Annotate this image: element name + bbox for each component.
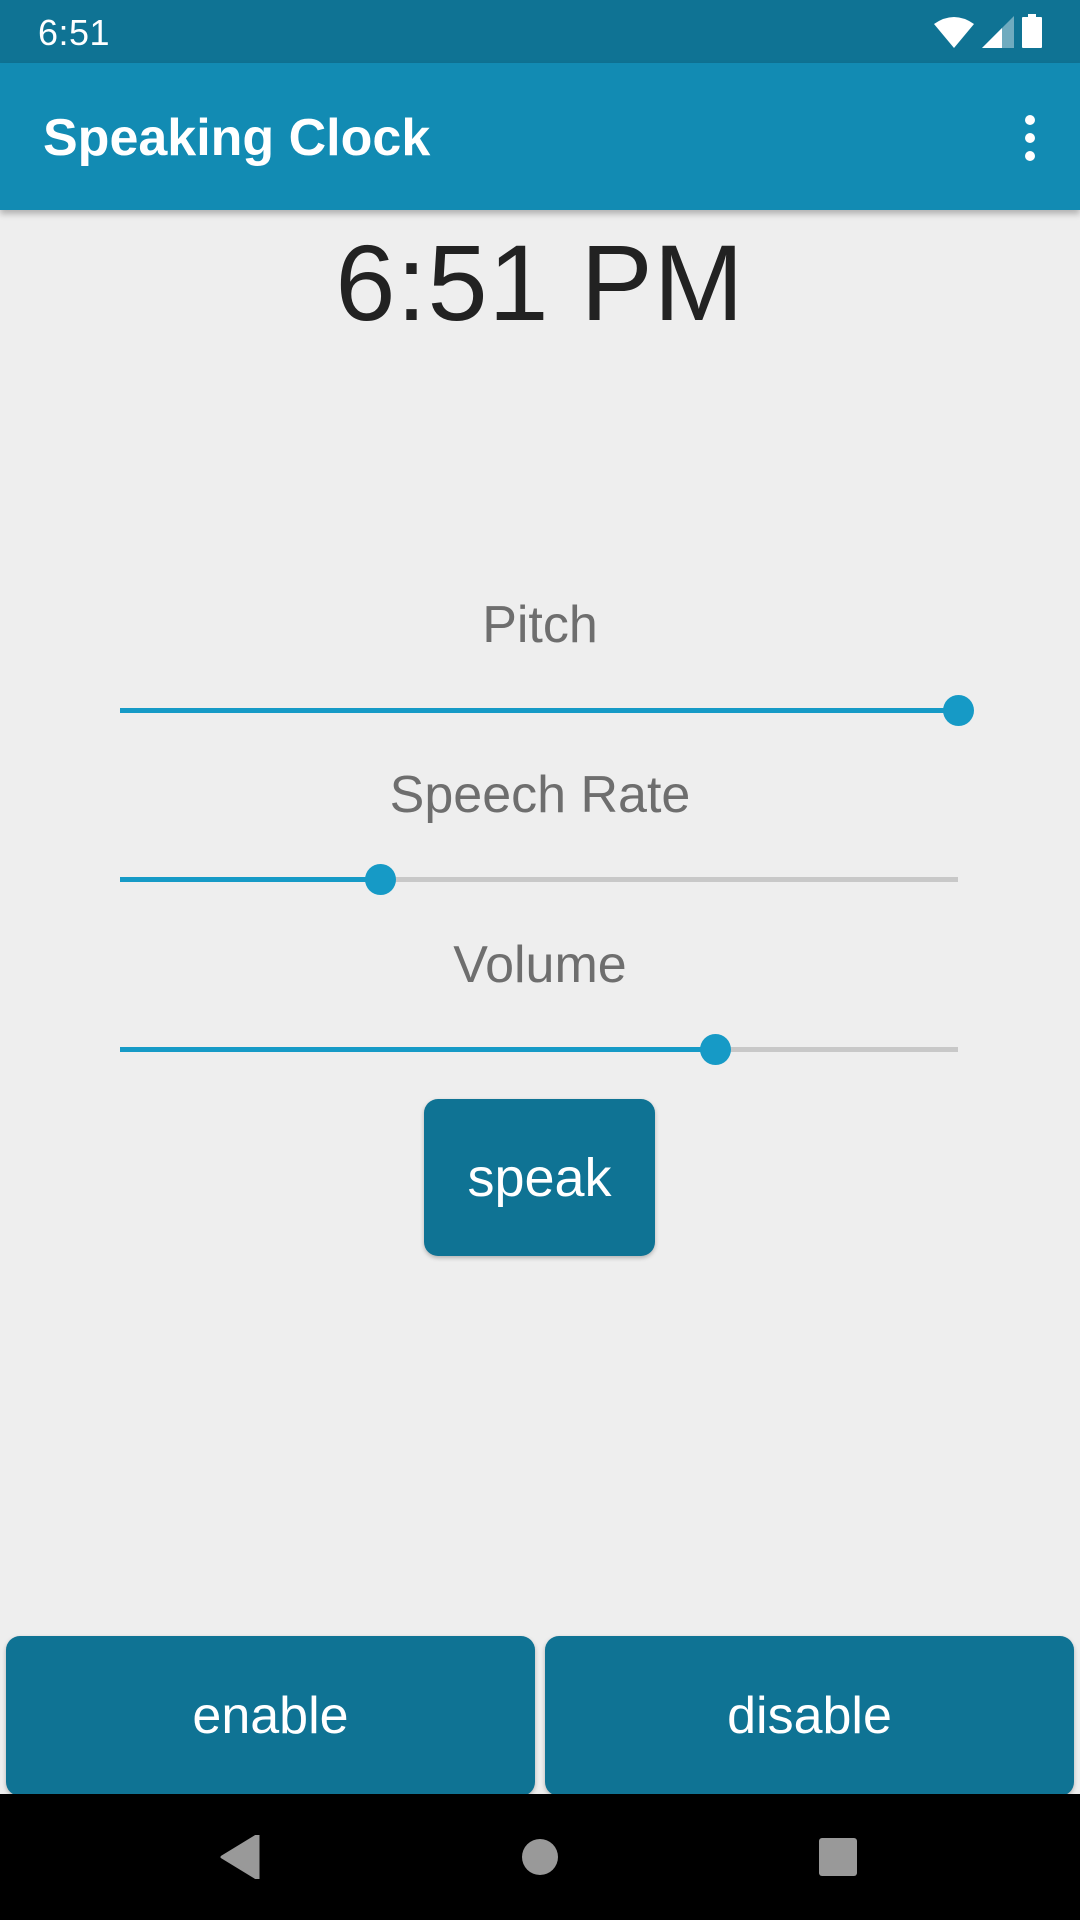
recents-button[interactable] xyxy=(778,1794,898,1920)
app-title: Speaking Clock xyxy=(43,109,431,167)
pitch-label: Pitch xyxy=(482,596,598,654)
enable-button[interactable]: enable xyxy=(6,1636,535,1796)
overflow-dot xyxy=(1025,115,1035,125)
volume-label: Volume xyxy=(453,936,627,994)
cell-signal-icon xyxy=(982,16,1014,48)
recents-icon xyxy=(819,1838,857,1876)
slider-fill xyxy=(120,1047,715,1052)
slider-fill xyxy=(120,877,380,882)
status-time: 6:51 xyxy=(38,12,111,53)
speech-rate-label: Speech Rate xyxy=(389,766,691,824)
status-bar: 6:51 xyxy=(0,0,1080,63)
navigation-bar xyxy=(0,1794,1080,1920)
wifi-icon xyxy=(934,17,974,48)
slider-fill xyxy=(120,708,958,713)
volume-slider[interactable] xyxy=(120,1029,958,1069)
speech-rate-slider[interactable] xyxy=(120,859,958,899)
battery-icon xyxy=(1022,14,1042,48)
clock-time: 6:51 PM xyxy=(335,222,745,343)
disable-button[interactable]: disable xyxy=(545,1636,1074,1796)
back-button[interactable] xyxy=(180,1794,300,1920)
slider-thumb[interactable] xyxy=(699,1034,731,1065)
overflow-dot xyxy=(1025,151,1035,161)
app-bar: Speaking Clock xyxy=(0,63,1080,210)
more-vert-icon[interactable] xyxy=(1000,103,1060,173)
home-button[interactable] xyxy=(480,1794,600,1920)
home-icon xyxy=(522,1839,558,1875)
back-icon xyxy=(220,1835,260,1879)
slider-thumb[interactable] xyxy=(364,864,396,895)
slider-thumb[interactable] xyxy=(943,695,974,726)
overflow-dot xyxy=(1025,133,1035,143)
status-icons xyxy=(934,14,1042,48)
speak-button[interactable]: speak xyxy=(424,1099,655,1256)
pitch-slider[interactable] xyxy=(120,690,974,730)
